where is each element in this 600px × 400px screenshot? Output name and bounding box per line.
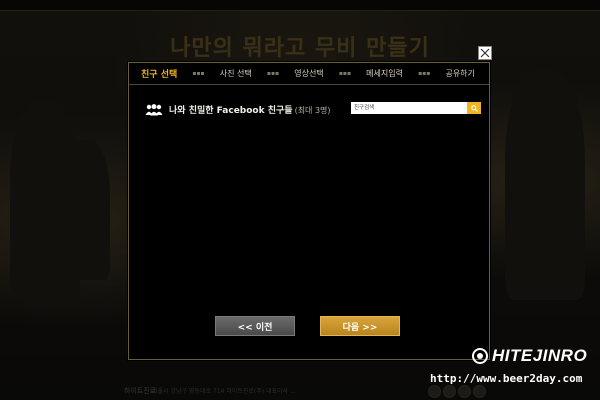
close-button[interactable] <box>478 46 492 60</box>
next-button[interactable]: 다음 >> <box>320 316 400 336</box>
friends-title-text: 나와 친밀한 Facebook 친구들 <box>169 106 293 116</box>
friend-select-modal: 친구 선택 ▪▪▪ 사진 선택 ▪▪▪ 영상선택 ▪▪▪ 메세지입력 ▪▪▪ 공… <box>128 62 490 360</box>
step-separator: ▪▪▪ <box>192 70 205 77</box>
brand-name: HITEJINRO <box>492 346 588 365</box>
brand-url: http://www.beer2day.com <box>430 372 583 385</box>
step-message-input[interactable]: 메세지입력 <box>366 68 403 79</box>
step-separator: ▪▪▪ <box>266 70 280 77</box>
step-separator: ▪▪▪ <box>338 70 352 77</box>
brand-watermark: HITEJINRO <box>472 346 587 366</box>
step-share[interactable]: 공유하기 <box>445 68 474 79</box>
friends-limit: (최대 3명) <box>294 106 331 115</box>
friends-heading: 나와 친밀한 Facebook 친구들 (최대 3명) <box>145 103 331 116</box>
step-video-select[interactable]: 영상선택 <box>294 68 323 79</box>
people-icon <box>145 103 163 115</box>
step-navigation: 친구 선택 ▪▪▪ 사진 선택 ▪▪▪ 영상선택 ▪▪▪ 메세지입력 ▪▪▪ 공… <box>129 63 489 85</box>
step-friend-select[interactable]: 친구 선택 <box>141 67 177 80</box>
friends-title: 나와 친밀한 Facebook 친구들 (최대 3명) <box>169 103 331 116</box>
friend-search-input[interactable] <box>351 102 467 114</box>
close-icon <box>480 48 490 58</box>
friend-search <box>351 102 481 114</box>
prev-button[interactable]: << 이전 <box>215 316 295 336</box>
friend-search-button[interactable] <box>467 102 481 114</box>
brand-logo-icon <box>472 348 488 364</box>
search-icon <box>470 104 478 112</box>
step-separator: ▪▪▪ <box>418 70 431 77</box>
step-photo-select[interactable]: 사진 선택 <box>220 68 252 79</box>
